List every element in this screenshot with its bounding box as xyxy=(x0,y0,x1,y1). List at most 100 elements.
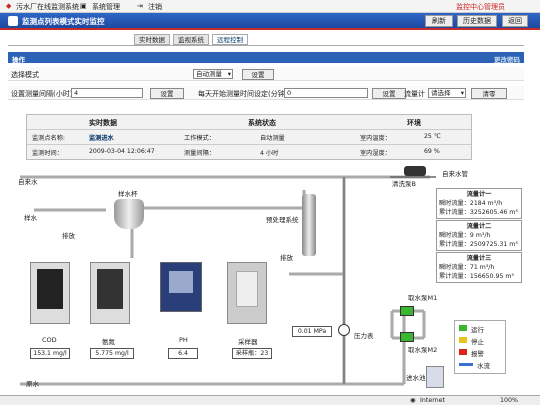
mode-select[interactable]: 自动测量 ▾ xyxy=(193,69,233,79)
legend-run-swatch xyxy=(459,325,467,331)
page-title: 监测点列表模式实时监控 xyxy=(22,17,105,26)
station-name-value: 监测进水 xyxy=(89,135,114,142)
flowmeter-3-title: 流量计三 xyxy=(466,255,492,262)
sampler-label: 采样器 xyxy=(238,338,258,346)
sample-water-label: 样水 xyxy=(24,214,37,222)
pump-1-icon[interactable] xyxy=(400,306,414,316)
tab-remote-control[interactable]: 远程控制 xyxy=(212,34,248,45)
zoom-level[interactable]: 100% xyxy=(500,397,518,404)
browser-status-bar: ◉ Internet 100% xyxy=(0,395,540,405)
refresh-button[interactable]: 刷新 xyxy=(425,15,453,27)
back-button[interactable]: 返回 xyxy=(502,15,528,27)
sample-cup-icon xyxy=(114,199,144,229)
tap-water-label: 自来水 xyxy=(18,178,38,186)
room-humidity-value: 69 % xyxy=(424,148,440,155)
work-mode-label: 工作模式： xyxy=(184,135,215,142)
tab-realtime[interactable]: 实时数据 xyxy=(134,34,170,45)
measure-interval-label: 测量间隔： xyxy=(184,150,215,157)
internet-icon: ◉ xyxy=(410,397,416,404)
legend-run-label: 运行 xyxy=(471,326,484,334)
raw-water-label: 原水 xyxy=(26,380,39,388)
header-logo-icon xyxy=(8,16,18,26)
measure-time-label: 监测时间： xyxy=(32,150,63,157)
ammonia-value: 5.775 mg/l xyxy=(90,348,134,359)
flowmeter-2-title: 流量计二 xyxy=(466,223,492,230)
station-name-label: 监测点名称: xyxy=(32,135,66,142)
legend-stop-swatch xyxy=(459,337,467,343)
pump-1-label: 取水泵M1 xyxy=(408,294,438,302)
drain-label-2: 排放 xyxy=(280,254,293,262)
inlet-tank-icon xyxy=(426,366,444,388)
measure-interval-value: 4 小时 xyxy=(260,150,279,157)
mode-set-button[interactable]: 设置 xyxy=(242,69,274,80)
pretreatment-icon xyxy=(302,194,316,256)
pump-2-label: 取水泵M2 xyxy=(408,346,438,354)
status-header-system: 系统状态 xyxy=(248,119,276,127)
legend-alarm-label: 报警 xyxy=(471,350,484,358)
clear-button[interactable]: 清零 xyxy=(471,88,507,99)
work-mode-value: 自动测量 xyxy=(260,135,285,142)
menu-item-manage[interactable]: 系统管理 xyxy=(92,2,120,12)
sampler-icon[interactable] xyxy=(227,262,267,324)
flowmeter-1-panel: 流量计一 瞬时流量：2184 m³/h 累计流量：3252605.46 m³ xyxy=(436,188,522,219)
flowmeter-2-panel: 流量计二 瞬时流量：9 m³/h 累计流量：2509725.31 m³ xyxy=(436,220,522,251)
tab-divider xyxy=(8,45,524,46)
room-temp-label: 室内温度： xyxy=(360,135,391,142)
flowmeter-1-instant: 瞬时流量：2184 m³/h xyxy=(439,200,503,207)
settings-icon: ▣ xyxy=(80,2,87,10)
legend: 运行 停止 报警 水流 xyxy=(454,320,506,374)
flowmeter-2-instant: 瞬时流量：9 m³/h xyxy=(439,232,491,239)
pretreatment-label: 预处理系统 xyxy=(266,216,299,224)
interval-input[interactable]: 4 xyxy=(71,88,143,98)
pump-2-icon[interactable] xyxy=(400,332,414,342)
sample-cup-label: 样水杯 xyxy=(118,190,138,198)
mode-row: 选择模式 自动测量 ▾ 设置 xyxy=(8,67,524,81)
flowmeter-3-instant: 瞬时流量：71 m³/h xyxy=(439,264,495,271)
measure-time-value: 2009-03-04 12:06:47 xyxy=(89,148,155,155)
flowmeter-1-total: 累计流量：3252605.46 m³ xyxy=(439,209,518,216)
legend-stop-label: 停止 xyxy=(471,338,484,346)
header-bar: 监测点列表模式实时监控 刷新 历史数据 返回 xyxy=(0,13,540,30)
ph-label: PH xyxy=(179,336,188,344)
daily-set-button[interactable]: 设置 xyxy=(372,88,406,99)
room-temp-value: 25 ℃ xyxy=(424,133,441,140)
cod-analyzer-icon[interactable] xyxy=(30,262,70,324)
pressure-label: 压力表 xyxy=(354,332,374,340)
drain-label-1: 排放 xyxy=(62,232,75,240)
interval-set-button[interactable]: 设置 xyxy=(150,88,184,99)
status-panel: 实时数据 系统状态 环境 监测点名称: 监测进水 工作模式： 自动测量 室内温度… xyxy=(26,114,472,160)
change-password-link[interactable]: 更改密码 xyxy=(494,54,520,64)
ammonia-label: 氨氮 xyxy=(102,338,115,346)
ammonia-analyzer-icon[interactable] xyxy=(90,262,130,324)
flowmeter-3-total: 累计流量：156650.95 m³ xyxy=(439,273,514,280)
flowmeter-label: 流量计 xyxy=(404,90,425,98)
status-header-environment: 环境 xyxy=(407,119,421,127)
legend-flow-label: 水流 xyxy=(477,362,490,370)
ops-header: 操作 更改密码 xyxy=(8,52,524,64)
logout-icon: ⇥ xyxy=(137,2,143,10)
menu-item-system[interactable]: 污水厂在线监测系统 xyxy=(16,2,79,12)
history-button[interactable]: 历史数据 xyxy=(457,15,497,27)
room-humidity-label: 室内湿度： xyxy=(360,150,391,157)
menu-bar: ◆ 污水厂在线监测系统 ▣ 系统管理 ⇥ 注销 监控中心管理员 xyxy=(0,0,540,13)
ops-title: 操作 xyxy=(12,56,25,64)
daily-time-input[interactable]: 0 xyxy=(284,88,368,98)
clean-pump-icon[interactable] xyxy=(404,166,426,176)
interval-label: 设置测量间隔(小时) xyxy=(11,90,73,98)
process-diagram: 自来水 自来水管 清洗泵B 样水杯 样水 排放 预处理系统 排放 COD 153… xyxy=(14,166,536,394)
tap-water-pipe-label: 自来水管 xyxy=(442,170,468,178)
brand-text: 监控中心管理员 xyxy=(456,3,505,11)
flowmeter-select[interactable]: 请选择 ▾ xyxy=(428,88,466,98)
mode-label: 选择模式 xyxy=(11,71,39,79)
cod-label: COD xyxy=(42,336,57,344)
ph-value: 6.4 xyxy=(168,348,198,359)
internet-label: Internet xyxy=(420,397,446,404)
menu-item-logout[interactable]: 注销 xyxy=(148,2,162,12)
app-icon: ◆ xyxy=(6,2,12,10)
flowmeter-3-panel: 流量计三 瞬时流量：71 m³/h 累计流量：156650.95 m³ xyxy=(436,252,522,283)
ph-meter-icon[interactable] xyxy=(160,262,202,312)
clean-pump-label: 清洗泵B xyxy=(392,180,416,188)
status-header-realtime: 实时数据 xyxy=(89,119,117,127)
tab-monitor[interactable]: 监视系统 xyxy=(173,34,209,45)
pressure-value: 0.01 MPa xyxy=(292,326,332,337)
